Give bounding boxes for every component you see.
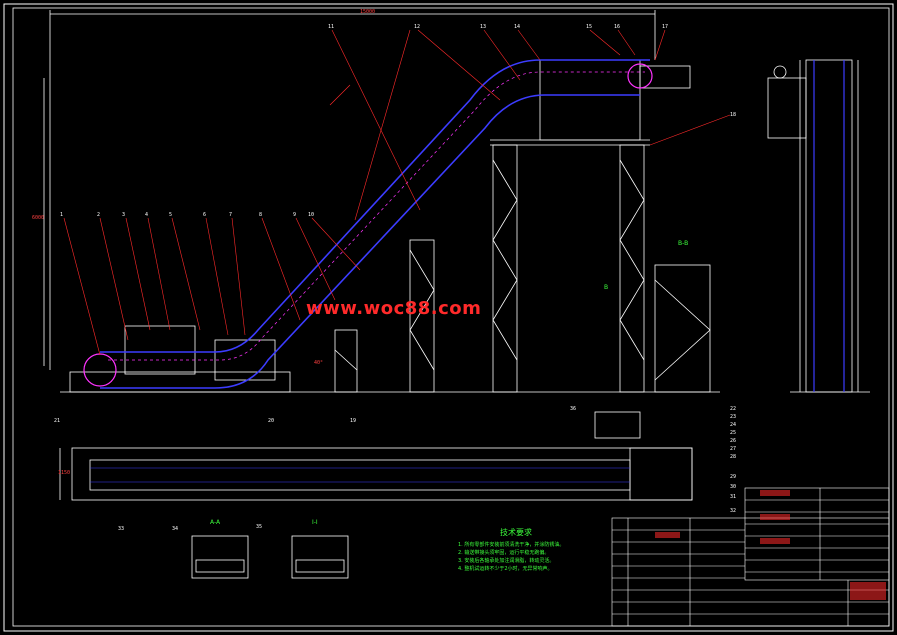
dim-width: 1150 [58,470,71,476]
part-number: 33 [118,526,125,532]
dim-height: 6000 [32,215,45,221]
part-number: 17 [662,24,669,30]
part-number: 15 [586,24,593,30]
part-number: 35 [256,524,263,530]
title-block [611,487,890,627]
part-number: 28 [730,454,737,460]
part-number: 22 [730,406,737,412]
part-number: 1 [60,212,64,218]
part-number: 5 [169,212,173,218]
note-line: 2. 输送带接头须牢固，运行平稳无跑偏。 [458,550,550,556]
plan-view [59,411,693,501]
part-number: 24 [730,422,737,428]
title-block-fills [655,490,886,600]
section-views [191,535,349,579]
part-number: 23 [730,414,737,420]
part-number: 27 [730,446,737,452]
part-number: 25 [730,430,737,436]
part-number: 3 [122,212,126,218]
part-number: 7 [229,212,233,218]
part-number: 16 [614,24,621,30]
part-number: 18 [730,112,737,118]
part-number: 21 [54,418,61,424]
note-line: 4. 整机试运转不少于2小时，无异常响声。 [458,566,553,572]
part-number: 11 [328,24,335,30]
part-number: 30 [730,484,737,490]
note-line: 1. 所有零部件安装前须清洗干净，并涂防锈油。 [458,542,565,548]
part-number: 10 [308,212,315,218]
notes-title: 技术要求 [500,528,532,537]
part-number: 8 [259,212,263,218]
part-number: 19 [350,418,357,424]
part-number: 12 [414,24,421,30]
part-number: 9 [293,212,297,218]
part-number: 32 [730,508,737,514]
section-label-bb: B-B [678,240,689,247]
part-number: 14 [514,24,521,30]
part-number: 31 [730,494,737,500]
main-elevation [43,10,720,393]
part-number: 2 [97,212,101,218]
section-label-aa: A-A [210,519,221,526]
part-number: 36 [570,406,577,412]
part-number: 20 [268,418,275,424]
part-number: 6 [203,212,207,218]
part-number: 29 [730,474,737,480]
section-label-ii: I-I [312,519,318,526]
part-number: 4 [145,212,149,218]
side-view [767,59,870,393]
note-line: 3. 安装后各轴承处加注润滑脂，转动灵活。 [458,558,555,564]
watermark-text: www.woc88.com [306,298,482,319]
dim-angle: 40° [314,360,324,366]
dim-top-length: 15000 [360,9,376,15]
notes-list: 1. 所有零部件安装前须清洗干净，并涂防锈油。 2. 输送带接头须牢固，运行平稳… [458,541,564,573]
part-number: 26 [730,438,737,444]
side-view-belt [813,60,845,392]
plan-view-slats [90,467,630,483]
conveyor-belt [83,59,653,389]
part-number: 34 [172,526,179,532]
section-marker-b: B [604,284,609,291]
part-number: 13 [480,24,487,30]
